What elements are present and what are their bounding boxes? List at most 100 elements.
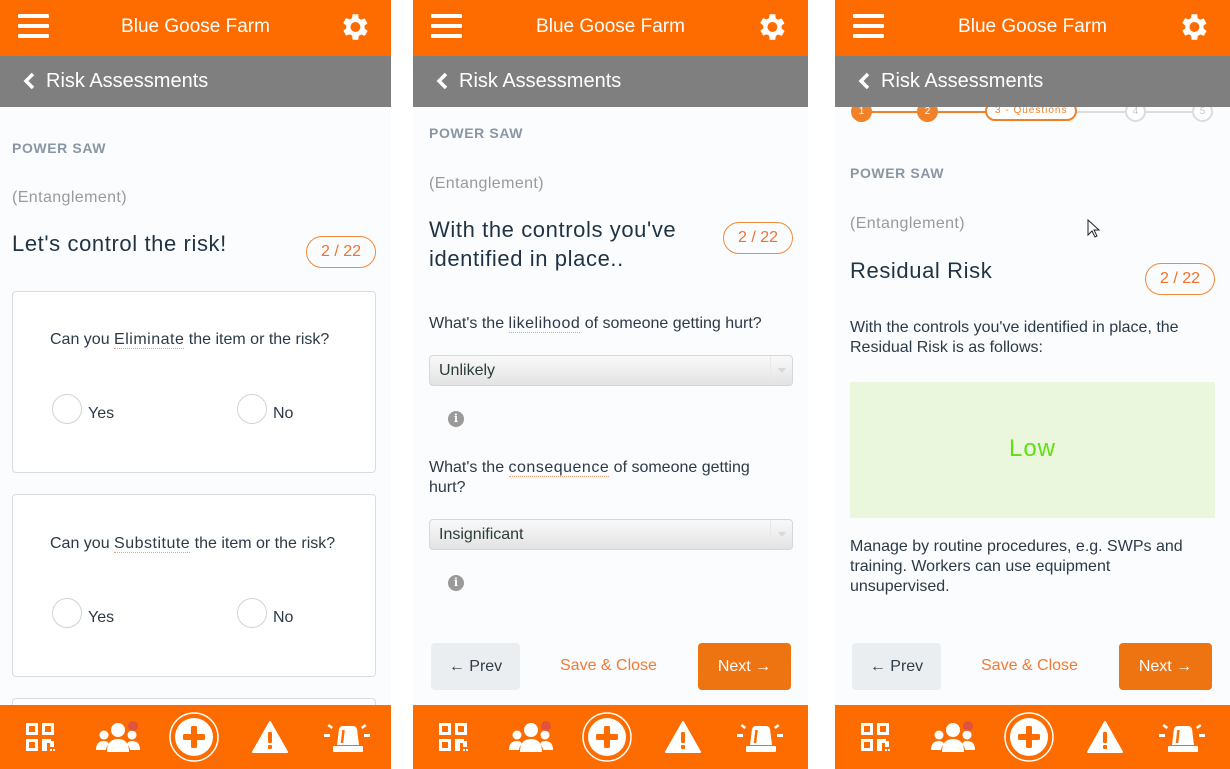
step-connector <box>1143 111 1193 113</box>
radio-yes[interactable]: Yes <box>52 598 114 628</box>
bottom-nav <box>0 705 391 769</box>
question-text: Can you Eliminate the item or the risk? <box>50 331 330 349</box>
radio-circle[interactable] <box>52 394 82 424</box>
content: POWER SAW (Entanglement) Let's control t… <box>0 107 391 705</box>
notification-badge <box>963 721 973 731</box>
item-label: POWER SAW <box>850 165 945 181</box>
radio-label: No <box>273 609 294 626</box>
question-card: Can you Substitute the item or the risk?… <box>12 494 376 677</box>
dropdown-arrow-icon <box>770 520 792 549</box>
notification-badge <box>128 721 138 731</box>
question-text: Can you Substitute the item or the risk? <box>50 535 336 553</box>
qr-code-icon[interactable] <box>435 705 473 769</box>
step-connector <box>937 111 987 113</box>
radio-circle[interactable] <box>237 394 267 424</box>
step-4[interactable]: 4 <box>1125 107 1146 122</box>
page-heading: With the controls you've identified in p… <box>429 217 677 271</box>
radio-label: Yes <box>88 405 115 422</box>
item-label: POWER SAW <box>429 125 524 141</box>
save-close-button[interactable]: Save & Close <box>981 657 1078 675</box>
page-heading: Residual Risk <box>850 258 993 283</box>
dropdown-arrow-icon <box>770 356 792 385</box>
bottom-nav <box>835 705 1230 769</box>
risk-level-box: Low <box>850 382 1215 518</box>
people-icon[interactable] <box>94 705 142 769</box>
info-icon[interactable]: i <box>448 411 464 427</box>
back-to-risk-assessments[interactable]: Risk Assessments <box>413 56 808 107</box>
screen-likelihood-consequence: Blue Goose Farm Risk Assessments POWER S… <box>413 0 808 769</box>
people-icon[interactable] <box>929 705 977 769</box>
next-button[interactable]: Next → <box>698 643 791 690</box>
people-icon[interactable] <box>507 705 555 769</box>
page-heading: Let's control the risk! <box>12 231 227 256</box>
app-title: Blue Goose Farm <box>958 16 1107 37</box>
hazard-label: (Entanglement) <box>850 215 965 232</box>
chevron-left-icon <box>23 72 35 90</box>
radio-circle[interactable] <box>52 598 82 628</box>
plus-circle-icon[interactable] <box>581 705 633 769</box>
siren-icon[interactable] <box>1157 705 1207 769</box>
radio-yes[interactable]: Yes <box>52 394 114 424</box>
siren-icon[interactable] <box>322 705 372 769</box>
app-title: Blue Goose Farm <box>536 16 685 37</box>
chevron-left-icon <box>858 72 870 90</box>
app-header: Blue Goose Farm <box>0 0 391 56</box>
next-button[interactable]: Next → <box>1119 643 1212 690</box>
plus-circle-icon[interactable] <box>168 705 220 769</box>
likelihood-value: Unlikely <box>439 362 496 379</box>
radio-label: Yes <box>88 609 115 626</box>
radio-no[interactable]: No <box>237 598 293 628</box>
content: POWER SAW (Entanglement) With the contro… <box>413 107 808 705</box>
prev-button[interactable]: ← Prev <box>852 643 941 690</box>
info-icon[interactable]: i <box>448 575 464 591</box>
item-label: POWER SAW <box>12 140 107 156</box>
question-card: Can you Eliminate the item or the risk? … <box>12 291 376 473</box>
step-5[interactable]: 5 <box>1192 107 1213 122</box>
prev-button[interactable]: ← Prev <box>431 643 520 690</box>
app-title: Blue Goose Farm <box>121 16 270 37</box>
radio-no[interactable]: No <box>237 394 293 424</box>
likelihood-select[interactable]: Unlikely <box>429 355 793 386</box>
chevron-left-icon <box>436 72 448 90</box>
risk-level: Low <box>1008 435 1057 462</box>
progress-stepper: 1 2 3 - Questions 4 5 <box>835 107 1230 125</box>
step-2[interactable]: 2 <box>917 107 938 122</box>
qr-code-icon[interactable] <box>22 705 60 769</box>
question-counter: 2 / 22 <box>1145 263 1215 295</box>
step-connector <box>1075 111 1125 113</box>
hazard-label: (Entanglement) <box>12 189 127 206</box>
mouse-cursor-icon <box>1087 219 1101 238</box>
warning-triangle-icon[interactable] <box>250 705 290 769</box>
warning-triangle-icon[interactable] <box>663 705 703 769</box>
likelihood-question: What's the likelihood of someone getting… <box>429 315 762 333</box>
gear-icon[interactable] <box>754 10 788 44</box>
question-counter: 2 / 22 <box>306 236 376 268</box>
save-close-button[interactable]: Save & Close <box>560 657 657 675</box>
back-to-risk-assessments[interactable]: Risk Assessments <box>0 56 391 107</box>
question-card <box>12 698 376 705</box>
notification-badge <box>541 721 551 731</box>
radio-label: No <box>273 405 294 422</box>
siren-icon[interactable] <box>735 705 785 769</box>
plus-circle-icon[interactable] <box>1003 705 1055 769</box>
back-label: Risk Assessments <box>46 70 209 92</box>
step-1[interactable]: 1 <box>851 107 872 122</box>
risk-guidance: Manage by routine procedures, e.g. SWPs … <box>850 538 1183 595</box>
residual-intro: With the controls you've identified in p… <box>850 319 1179 356</box>
gear-icon[interactable] <box>1176 10 1210 44</box>
back-label: Risk Assessments <box>881 70 1044 92</box>
screen-residual-risk: Blue Goose Farm Risk Assessments 1 2 3 -… <box>835 0 1230 769</box>
qr-code-icon[interactable] <box>857 705 895 769</box>
app-header: Blue Goose Farm <box>835 0 1230 56</box>
consequence-value: Insignificant <box>439 526 524 543</box>
back-label: Risk Assessments <box>459 70 622 92</box>
radio-circle[interactable] <box>237 598 267 628</box>
consequence-select[interactable]: Insignificant <box>429 519 793 550</box>
question-counter: 2 / 22 <box>723 222 793 254</box>
step-3-current[interactable]: 3 - Questions <box>985 107 1078 121</box>
screen-control-risk: Blue Goose Farm Risk Assessments POWER S… <box>0 0 391 769</box>
back-to-risk-assessments[interactable]: Risk Assessments <box>835 56 1230 107</box>
warning-triangle-icon[interactable] <box>1085 705 1125 769</box>
gear-icon[interactable] <box>337 10 371 44</box>
hazard-label: (Entanglement) <box>429 175 544 192</box>
